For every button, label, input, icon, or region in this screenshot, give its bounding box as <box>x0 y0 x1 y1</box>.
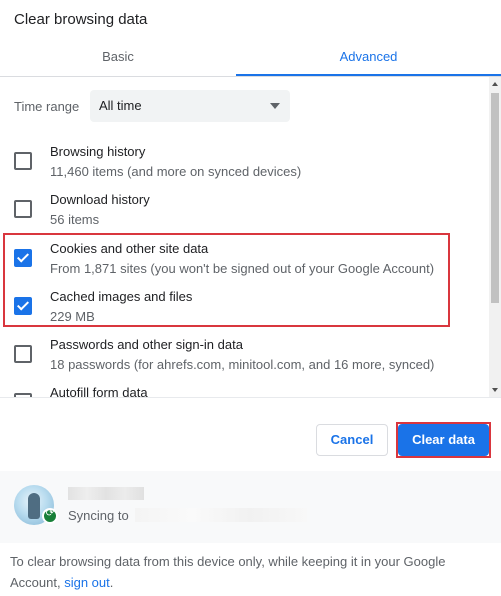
clear-data-button[interactable]: Clear data <box>398 424 489 456</box>
scroll-up-arrow-icon[interactable] <box>492 82 498 86</box>
option-subtitle: 18 passwords (for ahrefs.com, minitool.c… <box>50 357 435 372</box>
option-subtitle: From 1,871 sites (you won't be signed ou… <box>50 261 435 276</box>
cancel-button[interactable]: Cancel <box>316 424 388 456</box>
tab-basic[interactable]: Basic <box>0 40 236 76</box>
tab-bar: Basic Advanced <box>0 40 501 76</box>
option-cached-images[interactable]: Cached images and files 229 MB <box>0 280 489 328</box>
checkbox-download-history[interactable] <box>14 200 32 218</box>
checkbox-passwords[interactable] <box>14 345 32 363</box>
sync-status-text: Syncing to <box>68 508 129 523</box>
time-range-label: Time range <box>14 99 80 114</box>
option-browsing-history[interactable]: Browsing history 11,460 items (and more … <box>0 135 489 183</box>
option-autofill[interactable]: Autofill form data <box>0 376 489 397</box>
checkbox-cookies[interactable] <box>14 249 32 267</box>
scrollbar-thumb[interactable] <box>491 93 499 303</box>
option-subtitle: 56 items <box>50 212 100 227</box>
avatar-figure <box>28 493 40 519</box>
options-scroll-area: Time range All time Browsing history 11,… <box>0 77 489 397</box>
time-range-select[interactable]: All time <box>90 90 290 122</box>
option-title: Autofill form data <box>50 385 148 397</box>
option-subtitle: 229 MB <box>50 309 95 324</box>
sync-section: ⟳ Syncing to <box>0 471 501 543</box>
option-title: Cached images and files <box>50 289 193 304</box>
checkbox-browsing-history[interactable] <box>14 152 32 170</box>
account-name-redacted <box>68 487 144 500</box>
info-text-end: . <box>109 575 114 590</box>
dropdown-caret-icon <box>270 103 280 109</box>
time-range-value: All time <box>99 98 142 113</box>
scroll-down-arrow-icon[interactable] <box>492 388 498 392</box>
option-title: Passwords and other sign-in data <box>50 337 243 352</box>
option-cookies[interactable]: Cookies and other site data From 1,871 s… <box>0 232 489 280</box>
tab-advanced[interactable]: Advanced <box>236 40 501 76</box>
scrollbar[interactable] <box>489 77 501 397</box>
option-title: Cookies and other site data <box>50 241 209 256</box>
checkbox-cached-images[interactable] <box>14 297 32 315</box>
sign-out-link[interactable]: sign out <box>64 575 110 590</box>
sync-badge-icon: ⟳ <box>42 508 58 524</box>
option-title: Download history <box>50 192 150 207</box>
option-title: Browsing history <box>50 144 146 159</box>
info-text: To clear browsing data from this device … <box>10 551 480 593</box>
option-passwords[interactable]: Passwords and other sign-in data 18 pass… <box>0 328 489 376</box>
account-email-redacted <box>135 508 307 522</box>
option-download-history[interactable]: Download history 56 items <box>0 183 489 231</box>
dialog-title: Clear browsing data <box>14 11 148 28</box>
option-subtitle: 11,460 items (and more on synced devices… <box>50 164 302 179</box>
footer-divider <box>0 397 501 398</box>
